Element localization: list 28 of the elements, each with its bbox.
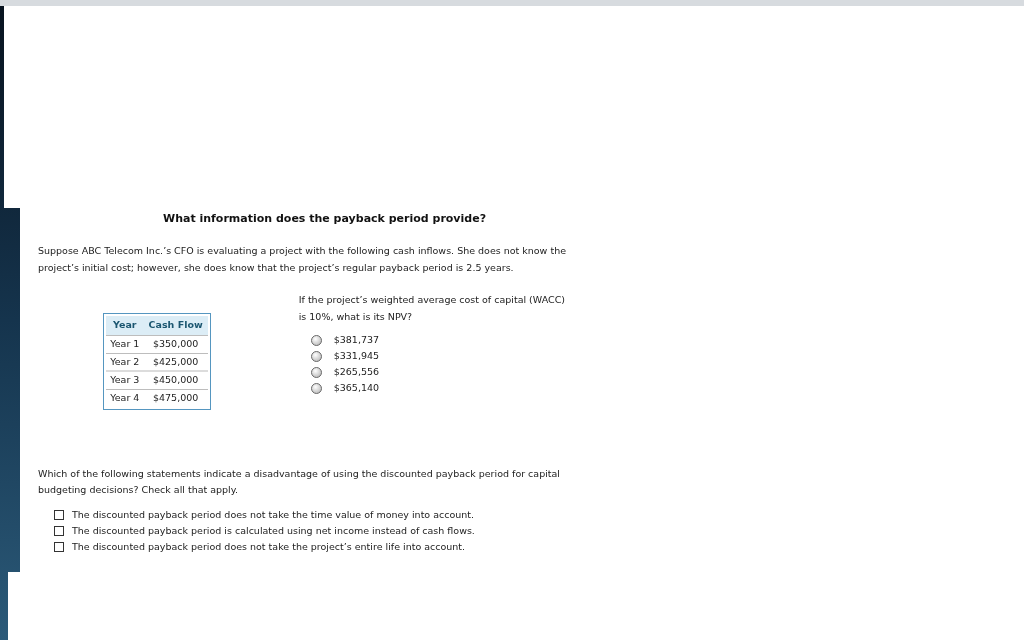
- table-cell: $475,000: [143, 389, 208, 407]
- column-header: Year: [106, 316, 144, 335]
- column-header: Cash Flow: [143, 316, 208, 335]
- table-cell: Year 4: [106, 389, 144, 407]
- radio-button[interactable]: [310, 382, 322, 394]
- question-text: If the project’s weighted average cost of capital (WACC) is 10%, what is its NPV?: [298, 293, 566, 324]
- table-cell: Year 3: [106, 371, 144, 389]
- scenario-text: Suppose ABC Telecom Inc.’s CFO is evaluating a project with the following cash inflows. She does not know the project’s initial cost; however, she does know that the project’s regular payback period is 2.5 years.: [38, 244, 567, 275]
- table-cell: $425,000: [143, 353, 208, 371]
- option-label: $265,556: [333, 365, 380, 379]
- option-label: The discounted payback period is calculated using net income instead of cash flows.: [72, 524, 475, 538]
- radio-button[interactable]: [310, 334, 322, 346]
- radio-button[interactable]: [310, 366, 322, 378]
- question-text: Which of the following statements indicate a disadvantage of using the discounted payback period for capital budgeting decisions? Check all that apply.: [38, 467, 561, 497]
- table-cell: $350,000: [143, 335, 208, 353]
- table-cell: $450,000: [143, 371, 208, 389]
- checkbox[interactable]: [54, 526, 64, 536]
- table-cell: Year 2: [106, 353, 144, 371]
- option-label: $365,140: [333, 381, 380, 395]
- checkbox[interactable]: [54, 542, 64, 552]
- question-title: What information does the payback period provide?: [163, 212, 487, 225]
- option-label: The discounted payback period does not take the time value of money into account.: [72, 508, 475, 522]
- table-cell: Year 1: [106, 335, 144, 353]
- option-label: The discounted payback period does not take the project’s entire life into account.: [72, 540, 466, 554]
- option-label: $331,945: [333, 349, 380, 363]
- checkbox[interactable]: [54, 510, 64, 520]
- option-label: $381,737: [333, 333, 380, 347]
- radio-button[interactable]: [310, 350, 322, 362]
